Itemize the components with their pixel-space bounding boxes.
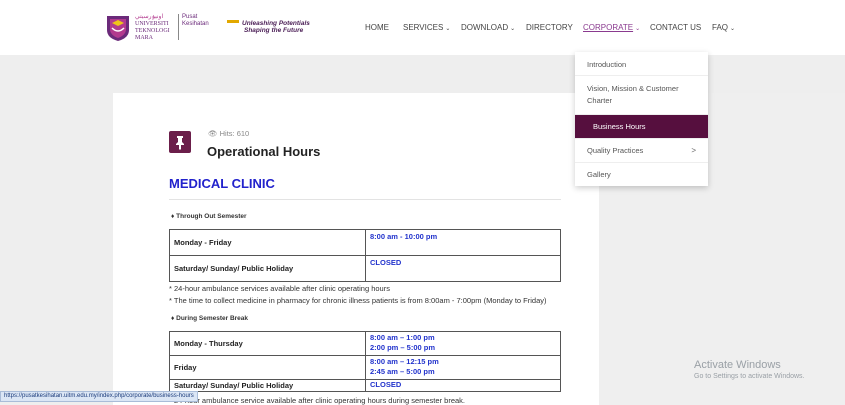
dropdown-item-business-hours[interactable]: Business Hours <box>575 115 708 139</box>
table-cell-day: Monday - Friday <box>169 229 366 256</box>
table-row: Monday - Friday 8:00 am - 10:00 pm <box>169 229 561 256</box>
table-row: Monday - Thursday 8:00 am – 1:00 pm 2:00… <box>169 331 561 356</box>
tagline-line: Shaping the Future <box>244 27 304 34</box>
section-heading: MEDICAL CLINIC <box>169 176 275 191</box>
table-cell-time: 8:00 am – 1:00 pm 2:00 pm – 5:00 pm <box>365 331 561 356</box>
semester-hours-table: Monday - Friday 8:00 am - 10:00 pm Satur… <box>169 229 561 282</box>
tagline-line: Unleashing Potentials <box>242 20 310 27</box>
break-label: ♦ During Semester Break <box>171 315 248 322</box>
nav-label: DOWNLOAD <box>461 23 509 32</box>
break-hours-table: Monday - Thursday 8:00 am – 1:00 pm 2:00… <box>169 331 561 392</box>
dropdown-item-quality-practices[interactable]: Quality Practices > <box>575 139 708 163</box>
nav-directory[interactable]: DIRECTORY <box>526 23 573 32</box>
uitm-crest-icon <box>107 16 129 41</box>
pusat-line: Kesihatan <box>182 21 209 27</box>
university-line: UNIVERSITI <box>135 21 169 27</box>
semester-note: * 24-hour ambulance services available a… <box>169 284 390 293</box>
pusat-line: Pusat <box>182 14 198 20</box>
activate-windows-title: Activate Windows <box>694 359 781 371</box>
corporate-dropdown: Introduction Vision, Mission & Customer … <box>575 52 708 186</box>
nav-label: CORPORATE <box>583 23 634 32</box>
break-label-text: During Semester Break <box>176 315 249 322</box>
dropdown-label: Quality Practices <box>587 146 644 155</box>
heading-divider <box>169 199 561 200</box>
nav-contact-us[interactable]: CONTACT US <box>650 23 701 32</box>
time-line: CLOSED <box>370 258 402 267</box>
dropdown-item-gallery[interactable]: Gallery <box>575 163 708 186</box>
dropdown-label: Introduction <box>587 60 627 69</box>
semester-label-text: Through Out Semester <box>176 213 247 220</box>
nav-label: HOME <box>365 23 389 32</box>
dropdown-label: Vision, Mission & Customer Charter <box>587 84 679 105</box>
tagline-bar <box>227 20 239 23</box>
time-line: CLOSED <box>370 380 402 389</box>
table-cell-day: Monday - Thursday <box>169 331 366 356</box>
nav-label: CONTACT US <box>650 23 702 32</box>
chevron-down-icon: ⌄ <box>510 26 516 32</box>
nav-corporate[interactable]: CORPORATE ⌄ <box>583 23 640 32</box>
table-cell-day: Saturday/ Sunday/ Public Holiday <box>169 255 366 282</box>
pin-icon <box>169 131 191 153</box>
page-title: Operational Hours <box>207 144 321 159</box>
table-row: Friday 8:00 am – 12:15 pm 2:45 am – 5:00… <box>169 355 561 380</box>
chevron-right-icon: > <box>691 146 696 155</box>
dropdown-label: Gallery <box>587 170 611 179</box>
nav-label: SERVICES <box>403 23 444 32</box>
site-header: اونيۏرسيتي UNIVERSITI TEKNOLOGI MARA Pus… <box>0 0 845 55</box>
eye-icon: 👁 <box>208 129 220 138</box>
table-cell-time: 8:00 am – 12:15 pm 2:45 am – 5:00 pm <box>365 355 561 380</box>
nav-home[interactable]: HOME <box>365 23 389 32</box>
dropdown-item-introduction[interactable]: Introduction <box>575 52 708 76</box>
table-cell-day: Friday <box>169 355 366 380</box>
university-line: MARA <box>135 35 154 41</box>
university-arabic: اونيۏرسيتي <box>135 14 164 20</box>
table-cell-day: Saturday/ Sunday/ Public Holiday <box>169 379 366 392</box>
table-row: Saturday/ Sunday/ Public Holiday CLOSED <box>169 379 561 392</box>
uitm-logo[interactable]: اونيۏرسيتي UNIVERSITI TEKNOLOGI MARA <box>104 13 178 43</box>
time-line: 8:00 am - 10:00 pm <box>370 232 438 241</box>
time-line: 8:00 am – 12:15 pm <box>370 357 439 366</box>
university-line: TEKNOLOGI <box>135 28 170 34</box>
status-bar-url: https://pusatkesihatan.uitm.edu.my/index… <box>0 391 198 402</box>
semester-label: ♦ Through Out Semester <box>171 213 247 220</box>
break-note: * 24-hour ambulance service available af… <box>169 396 465 405</box>
semester-note: * The time to collect medicine in pharma… <box>169 296 547 305</box>
chevron-down-icon: ⌄ <box>445 26 451 32</box>
hits-counter: 👁 Hits: 610 <box>208 129 249 138</box>
time-line: 8:00 am – 1:00 pm <box>370 333 435 342</box>
time-line: 2:45 am – 5:00 pm <box>370 367 435 376</box>
table-row: Saturday/ Sunday/ Public Holiday CLOSED <box>169 255 561 282</box>
table-cell-time: 8:00 am - 10:00 pm <box>365 229 561 256</box>
hits-label: Hits: 610 <box>219 129 250 138</box>
nav-label: DIRECTORY <box>526 23 573 32</box>
chevron-down-icon: ⌄ <box>635 26 641 32</box>
tagline: Unleashing Potentials Shaping the Future <box>227 20 310 34</box>
nav-download[interactable]: DOWNLOAD ⌄ <box>461 23 515 32</box>
pusat-kesihatan-label: Pusat Kesihatan <box>182 14 209 28</box>
dropdown-item-vision-mission[interactable]: Vision, Mission & Customer Charter <box>575 76 708 115</box>
chevron-down-icon: ⌄ <box>730 26 736 32</box>
activate-windows-subtitle: Go to Settings to activate Windows. <box>694 373 805 380</box>
nav-faq[interactable]: FAQ ⌄ <box>712 23 735 32</box>
nav-label: FAQ <box>712 23 729 32</box>
dropdown-label: Business Hours <box>593 122 646 131</box>
university-name: اونيۏرسيتي UNIVERSITI TEKNOLOGI MARA <box>135 14 175 42</box>
logo-divider <box>178 14 179 40</box>
time-line: 2:00 pm – 5:00 pm <box>370 343 436 352</box>
table-cell-time: CLOSED <box>365 379 561 392</box>
table-cell-time: CLOSED <box>365 255 561 282</box>
nav-services[interactable]: SERVICES ⌄ <box>403 23 450 32</box>
